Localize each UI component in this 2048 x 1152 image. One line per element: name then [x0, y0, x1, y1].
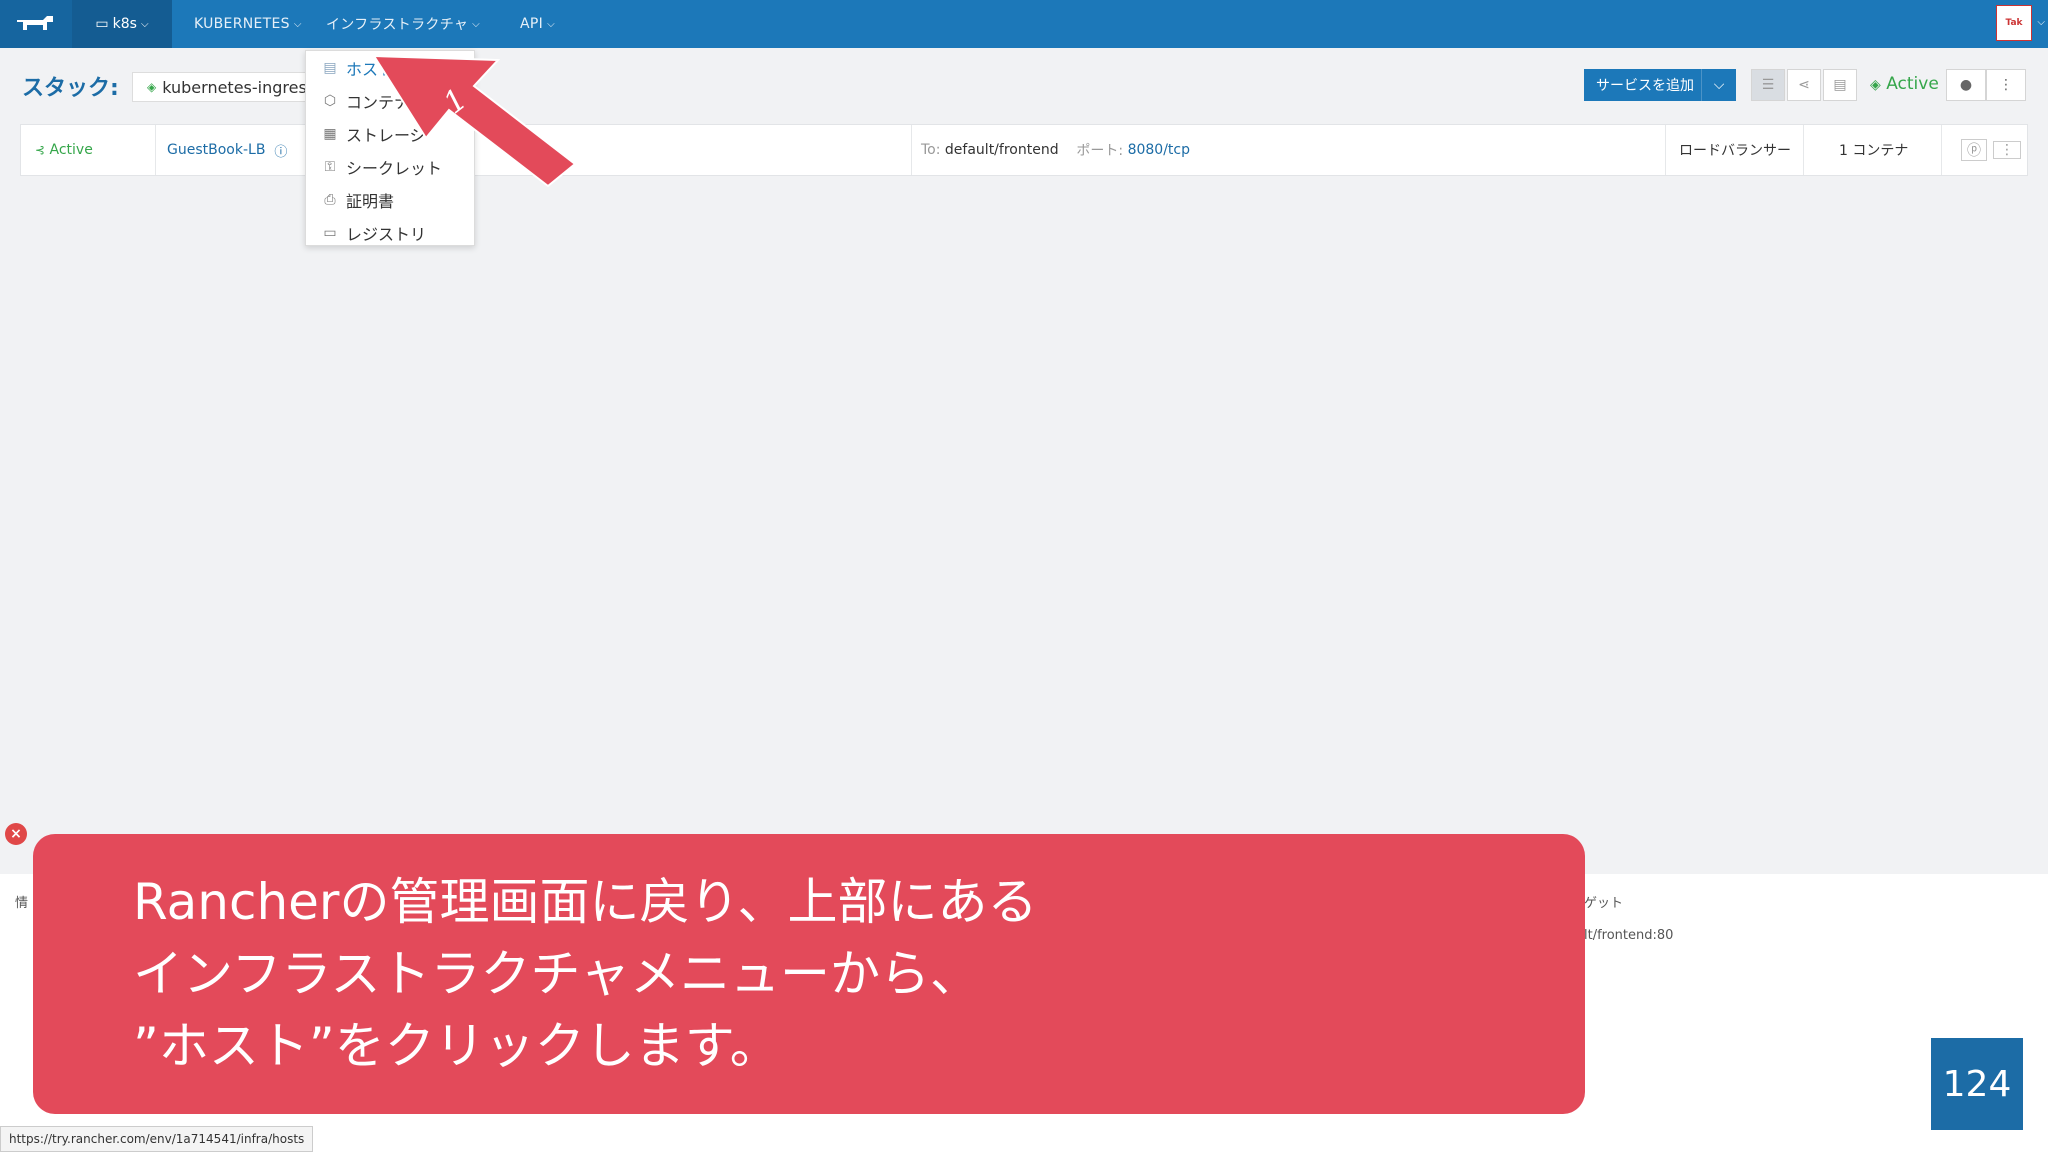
stack-selector[interactable]: ◈ kubernetes-ingress- [132, 72, 307, 102]
registry-icon: ▭ [323, 225, 337, 241]
service-name: GuestBook-LB [167, 142, 266, 158]
nav-kubernetes-label: KUBERNETES [194, 16, 290, 32]
secret-icon: ⚿ [324, 159, 336, 175]
port-prefix: ポート: [1076, 143, 1124, 159]
target-prefix: To: [921, 142, 941, 158]
share-icon: ⊰ [35, 143, 46, 157]
service-kind: ロードバランサー [1679, 143, 1791, 159]
nav-kubernetes[interactable]: KUBERNETES ⌵ [194, 0, 302, 48]
top-nav: ▭ k8s ⌵ KUBERNETES ⌵ インフラストラクチャ ⌵ API ⌵ … [0, 0, 2048, 48]
service-containers: 1 コンテナ [1839, 143, 1909, 159]
environment-selector[interactable]: ▭ k8s ⌵ [72, 0, 172, 48]
container-icon: ⬡ [323, 93, 337, 109]
chevron-down-icon[interactable]: ⌵ [1701, 69, 1736, 101]
help-icon[interactable]: ⓟ [1961, 139, 1987, 161]
caption-line-1: Rancherの管理画面に戻り、上部にある [133, 873, 1038, 931]
list-view-icon[interactable]: ☰ [1751, 69, 1785, 101]
port-value[interactable]: 8080/tcp [1128, 142, 1190, 158]
layers-icon: ◈ [1870, 77, 1881, 93]
service-state-label: Active [49, 142, 93, 158]
divider [1665, 125, 1666, 175]
info-icon[interactable]: ⓘ [274, 141, 287, 160]
panel-fragment-target: ゲット [1584, 896, 1624, 911]
add-service-label: サービスを追加 [1596, 78, 1694, 94]
page-number: 124 [1931, 1038, 2023, 1130]
chevron-down-icon[interactable]: ⌵ [2037, 17, 2045, 28]
panel-fragment-link[interactable]: lt/frontend:80 [1584, 928, 1673, 943]
panel-fragment-info: 情 [15, 896, 29, 911]
graph-view-icon[interactable]: ⋖ [1787, 69, 1821, 101]
caption-line-3: ”ホスト”をクリックします。 [133, 1017, 780, 1075]
target-value: default/frontend [944, 142, 1059, 158]
user-avatar[interactable]: Tak [1996, 5, 2032, 41]
stack-state: ◈ Active [1870, 74, 1939, 94]
chevron-down-icon: ⌵ [472, 18, 481, 30]
caption-line-2: インフラストラクチャメニューから、 [133, 945, 980, 1003]
more-options-icon[interactable]: ⋮ [1986, 69, 2026, 101]
nav-infrastructure[interactable]: インフラストラクチャ ⌵ [326, 0, 480, 48]
status-bar-url: https://try.rancher.com/env/1a714541/inf… [0, 1126, 314, 1152]
host-icon: ▤ [323, 60, 337, 76]
stack-state-label: Active [1886, 74, 1939, 94]
nav-infrastructure-label: インフラストラクチャ [326, 17, 469, 33]
environment-label: k8s [112, 16, 137, 32]
stack-label: スタック: [22, 76, 119, 101]
close-icon[interactable]: × [5, 823, 27, 845]
rancher-cow-icon [17, 16, 53, 30]
environment-icon: ▭ [95, 16, 109, 32]
menu-item-registries[interactable]: ▭ レジストリ [306, 217, 474, 249]
stop-icon[interactable]: ● [1946, 69, 1986, 101]
rancher-logo[interactable] [0, 0, 72, 48]
divider [1803, 125, 1804, 175]
divider [155, 125, 156, 175]
certificate-icon: ⎙ [324, 192, 336, 208]
add-service-button[interactable]: サービスを追加 ⌵ [1584, 69, 1736, 101]
compose-file-icon[interactable]: ▤ [1823, 69, 1857, 101]
nav-api[interactable]: API ⌵ [520, 0, 555, 48]
more-options-icon[interactable]: ⋮ [1993, 141, 2021, 159]
stack-status-icon: ◈ [147, 80, 157, 94]
avatar-text: Tak [2005, 18, 2023, 28]
chevron-down-icon: ⌵ [547, 18, 555, 30]
chevron-down-icon: ⌵ [293, 18, 302, 30]
service-target: To: default/frontend ポート: 8080/tcp [921, 125, 1190, 175]
service-name-link[interactable]: GuestBook-LB ⓘ [167, 125, 287, 175]
chevron-down-icon: ⌵ [140, 18, 149, 30]
divider [911, 125, 912, 175]
nav-api-label: API [520, 16, 544, 32]
storage-icon: ▦ [323, 126, 337, 142]
service-state: ⊰ Active [35, 125, 93, 175]
menu-item-label: レジストリ [346, 225, 427, 244]
annotation-arrow-icon [372, 54, 577, 188]
caption-box: Rancherの管理画面に戻り、上部にある インフラストラクチャメニューから、 … [33, 834, 1585, 1114]
divider [1941, 125, 1942, 175]
stack-name: kubernetes-ingress- [162, 77, 307, 97]
